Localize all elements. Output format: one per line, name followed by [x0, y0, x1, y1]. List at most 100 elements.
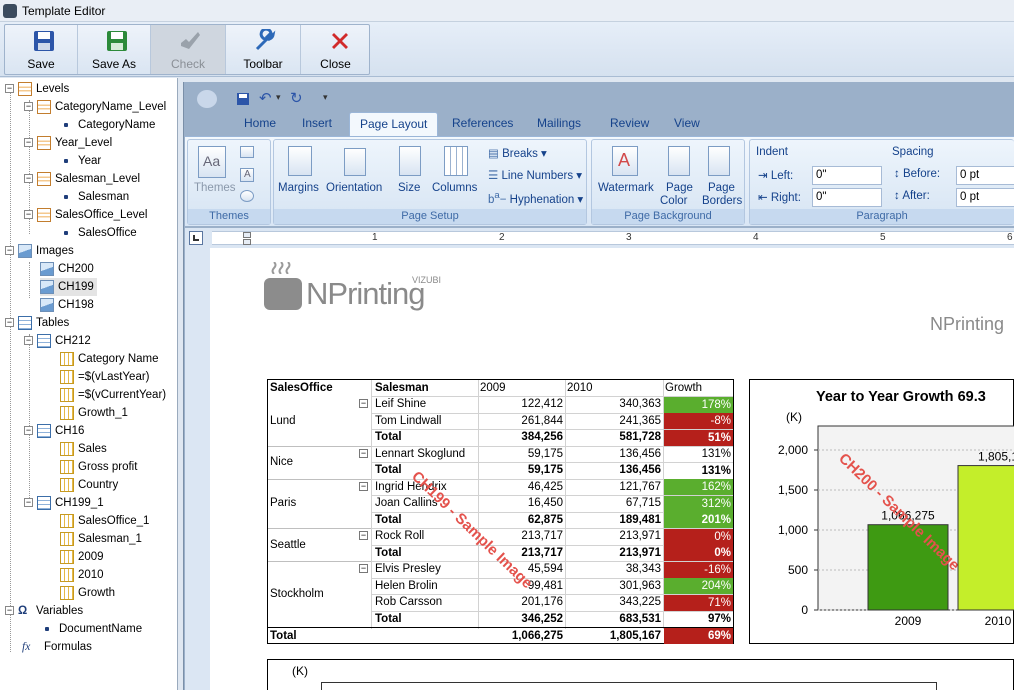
tree-column[interactable]: =$(vLastYear): [60, 368, 150, 386]
tab-references[interactable]: References: [452, 116, 513, 130]
line-numbers-button[interactable]: ☰ Line Numbers ▾: [488, 168, 582, 182]
themes-button[interactable]: Themes: [194, 182, 236, 194]
tab-home[interactable]: Home: [244, 116, 276, 130]
x-tick-label: 2010: [985, 614, 1012, 628]
collapse-toggle[interactable]: −: [359, 481, 368, 491]
tree-levels[interactable]: − Levels: [5, 80, 69, 98]
tree-column[interactable]: Growth: [60, 584, 115, 602]
header-right-text: NPrinting: [930, 314, 1005, 334]
theme-colors-icon[interactable]: [240, 146, 254, 158]
margins-icon[interactable]: [288, 146, 312, 176]
tree-document-name[interactable]: DocumentName: [45, 620, 142, 638]
theme-effects-icon[interactable]: [240, 190, 254, 202]
tree-tables[interactable]: − Tables: [5, 314, 69, 332]
tab-insert[interactable]: Insert: [302, 116, 332, 130]
value-2010-cell: 67,715: [625, 497, 661, 509]
tree-image-ch199[interactable]: CH199: [40, 278, 97, 296]
customize-qat-icon[interactable]: ▾: [323, 92, 328, 103]
redo-icon[interactable]: ↻: [290, 89, 303, 107]
tab-selector-icon[interactable]: [189, 231, 203, 245]
tree-column[interactable]: 2009: [60, 548, 104, 566]
tree-column[interactable]: 2010: [60, 566, 104, 584]
breaks-button[interactable]: ▤ Breaks ▾: [488, 146, 547, 160]
growth-cell: 97%: [707, 613, 731, 625]
tree-formulas[interactable]: fx Formulas: [22, 638, 92, 656]
spacing-after-input[interactable]: 0 pt: [956, 188, 1014, 207]
chart-title: Year to Year Growth 69.3: [816, 389, 986, 405]
tree-column[interactable]: Salesman_1: [60, 530, 142, 548]
theme-fonts-icon[interactable]: A: [240, 168, 254, 182]
spacing-before-input[interactable]: 0 pt: [956, 166, 1014, 185]
salesman-cell: Total: [375, 546, 402, 559]
salesman-cell: Lennart Skoglund: [375, 447, 466, 460]
tree-year-level[interactable]: − Year_Level: [24, 134, 112, 152]
page-color-button[interactable]: Page: [666, 182, 693, 194]
save-button[interactable]: Save: [5, 25, 78, 74]
tree-column[interactable]: Country: [60, 476, 118, 494]
orientation-button[interactable]: Orientation: [326, 182, 382, 194]
tree-image-ch198[interactable]: CH198: [40, 296, 94, 314]
dropdown-icon[interactable]: ▾: [276, 92, 281, 103]
page-background-group: A Watermark Page Color Page Borders Page…: [591, 139, 745, 225]
sales-table[interactable]: SalesOffice Salesman 2009 2010 Growth − Leif S…: [267, 379, 734, 644]
tree-salesoffice-level[interactable]: − SalesOffice_Level: [24, 206, 147, 224]
tree-category-name[interactable]: CategoryName: [64, 116, 155, 134]
tab-review[interactable]: Review: [610, 116, 649, 130]
tab-mailings[interactable]: Mailings: [537, 116, 581, 130]
margins-button[interactable]: Margins: [278, 182, 319, 194]
tree-table-ch212[interactable]: − CH212: [24, 332, 91, 350]
tree-column[interactable]: =$(vCurrentYear): [60, 386, 166, 404]
size-icon[interactable]: [399, 146, 421, 176]
second-chart[interactable]: (K): [267, 659, 1014, 690]
horizontal-ruler[interactable]: 1 2 3 4 5 6: [212, 231, 1014, 245]
tab-page-layout[interactable]: Page Layout: [349, 112, 439, 136]
tree-table-ch16[interactable]: − CH16: [24, 422, 84, 440]
tree-salesoffice[interactable]: SalesOffice: [64, 224, 137, 242]
indent-right-input[interactable]: 0": [812, 188, 882, 207]
tree-year[interactable]: Year: [64, 152, 101, 170]
tree-table-ch199-1[interactable]: − CH199_1: [24, 494, 104, 512]
tree-column[interactable]: Gross profit: [60, 458, 137, 476]
watermark-button[interactable]: Watermark: [598, 182, 654, 194]
undo-icon[interactable]: ↶: [259, 89, 272, 107]
growth-chart[interactable]: Year to Year Growth 69.3 (K) 0 500 1,000 1,50…: [749, 379, 1014, 644]
tree-image-ch200[interactable]: CH200: [40, 260, 94, 278]
tree-column[interactable]: Sales: [60, 440, 107, 458]
tree-variables[interactable]: − Ω Variables: [5, 602, 83, 620]
columns-icon[interactable]: [444, 146, 468, 176]
collapse-toggle[interactable]: −: [359, 564, 368, 573]
page-color-icon[interactable]: [668, 146, 690, 176]
tree-column[interactable]: Category Name: [60, 350, 159, 368]
indent-marker[interactable]: [243, 232, 251, 238]
check-button[interactable]: Check: [151, 25, 226, 74]
toolbar-button[interactable]: Toolbar: [226, 25, 301, 74]
watermark-icon[interactable]: A: [612, 146, 638, 176]
size-button[interactable]: Size: [398, 182, 420, 194]
tree-column[interactable]: SalesOffice_1: [60, 512, 149, 530]
collapse-toggle[interactable]: −: [359, 399, 368, 408]
table-icon: [37, 495, 51, 510]
quick-access-toolbar: ↶ ▾ ↻ ▾: [183, 86, 1014, 112]
orientation-icon[interactable]: [344, 148, 366, 176]
levels-icon: [18, 81, 32, 96]
themes-group: Aa Themes A Themes: [187, 139, 271, 225]
save-as-button[interactable]: Save As: [78, 25, 151, 74]
indent-left-input[interactable]: 0": [812, 166, 882, 185]
page-borders-button[interactable]: Page: [708, 182, 735, 194]
qat-save-icon[interactable]: [236, 92, 250, 106]
themes-icon[interactable]: Aa: [198, 146, 226, 178]
tree-column[interactable]: Growth_1: [60, 404, 128, 422]
columns-button[interactable]: Columns: [432, 182, 477, 194]
value-2010-cell: 189,481: [619, 513, 661, 526]
tree-salesman[interactable]: Salesman: [64, 188, 129, 206]
tree-images[interactable]: − Images: [5, 242, 74, 260]
tree-salesman-level[interactable]: − Salesman_Level: [24, 170, 140, 188]
page-borders-icon[interactable]: [708, 146, 730, 176]
tab-view[interactable]: View: [674, 116, 700, 130]
close-button[interactable]: Close: [301, 25, 370, 74]
hyphenation-button[interactable]: ba− Hyphenation ▾: [488, 190, 583, 206]
indent-marker[interactable]: [243, 239, 251, 245]
column-icon: [60, 567, 74, 582]
wrench-icon: [255, 29, 276, 51]
tree-category-level[interactable]: − CategoryName_Level: [24, 98, 166, 116]
